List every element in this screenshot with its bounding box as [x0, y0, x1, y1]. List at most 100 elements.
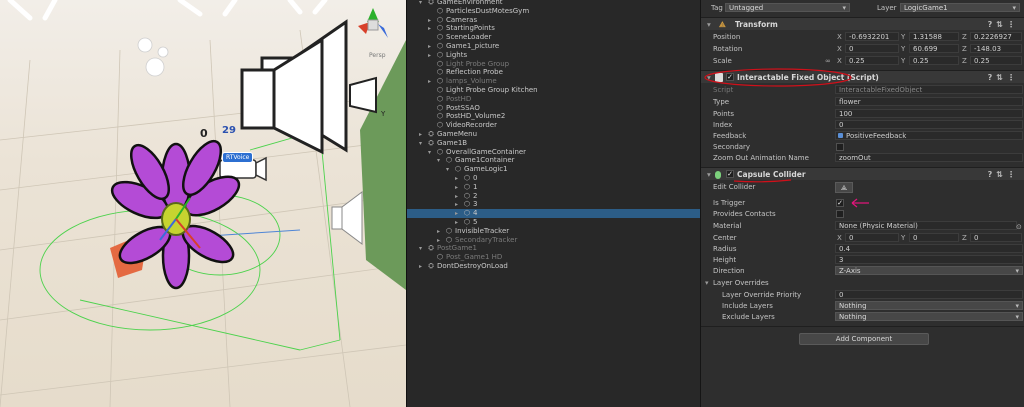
hierarchy-item[interactable]: ▸ ⬡ Game1_picture [407, 42, 700, 51]
script-component-header[interactable]: ▾ ✓ Interactable Fixed Object (Script) ?… [701, 68, 1024, 87]
provides-contacts-checkbox[interactable] [836, 210, 844, 218]
hierarchy-item[interactable]: ▸ ⬡ SecondaryTracker [407, 236, 700, 245]
hierarchy-item[interactable]: ▸ ⛭ GameMenu [407, 130, 700, 139]
hierarchy-item-label: 3 [473, 200, 478, 209]
hierarchy-item[interactable]: ⬡ PostHD [407, 95, 700, 104]
position-x-field[interactable]: -0.6932201 [845, 32, 899, 41]
exclude-layers-dropdown[interactable]: Nothing [835, 312, 1023, 321]
expand-right-icon[interactable]: ▸ [453, 174, 460, 183]
expand-right-icon[interactable]: ▸ [426, 77, 433, 86]
hierarchy-item[interactable]: ⬡ Light Probe Group Kitchen [407, 86, 700, 95]
expand-down-icon[interactable]: ▾ [426, 148, 433, 157]
tag-dropdown[interactable]: Untagged [725, 3, 850, 12]
radius-field[interactable]: 0.4 [835, 244, 1023, 253]
is-trigger-checkbox[interactable]: ✓ [836, 199, 844, 207]
expand-right-icon[interactable]: ▸ [453, 192, 460, 201]
capsule-collider-header[interactable]: ▾ ✓ Capsule Collider ?⇅⋮ [701, 167, 1024, 183]
expand-down-icon[interactable]: ▾ [417, 139, 424, 148]
center-z-field[interactable]: 0 [970, 233, 1022, 242]
scene-view[interactable]: 0 29 RTVoice Persp Y [0, 0, 406, 407]
hierarchy-item[interactable]: ⬡ PostSSAO [407, 104, 700, 113]
edit-collider-button[interactable]: ⟁ [835, 182, 853, 193]
layer-overrides-row[interactable]: ▾ Layer Overrides [701, 277, 1024, 289]
hierarchy-item[interactable]: ▸ ⬡ 5 [407, 218, 700, 227]
expand-right-icon[interactable]: ▸ [426, 51, 433, 60]
expand-down-icon[interactable]: ▾ [417, 244, 424, 253]
rotation-x-field[interactable]: 0 [845, 44, 899, 53]
scale-x-field[interactable]: 0.25 [845, 56, 899, 65]
hierarchy-item[interactable]: ▾ ⬡ Game1Container [407, 156, 700, 165]
secondary-checkbox[interactable] [836, 143, 844, 151]
points-field[interactable]: 100 [835, 109, 1023, 118]
hierarchy-item[interactable]: ▸ ⬡ 1 [407, 183, 700, 192]
add-component-button[interactable]: Add Component [799, 333, 929, 345]
expand-down-icon[interactable]: ▾ [435, 156, 442, 165]
expand-right-icon[interactable]: ▸ [435, 236, 442, 245]
height-field[interactable]: 3 [835, 255, 1023, 264]
hierarchy-item[interactable]: ⬡ Light Probe Group [407, 60, 700, 69]
inspector-panel: Tag Untagged Layer LogicGame1 ▾ ⟁ Transf… [700, 0, 1024, 407]
hierarchy-item[interactable]: ▾ ⛭ PostGame1 [407, 244, 700, 253]
expand-down-icon[interactable]: ▾ [444, 165, 451, 174]
hierarchy-item[interactable]: ⬡ SceneLoader [407, 33, 700, 42]
hierarchy-item[interactable]: ▸ ⬡ lamps_Volume [407, 77, 700, 86]
hierarchy-item[interactable]: ▾ ⛭ Game1B [407, 139, 700, 148]
transform-header[interactable]: ▾ ⟁ Transform ?⇅⋮ [701, 17, 1024, 30]
expand-right-icon[interactable]: ▸ [417, 130, 424, 139]
hierarchy-item[interactable]: ⬡ Post_Game1 HD [407, 253, 700, 262]
expand-right-icon[interactable]: ▸ [426, 42, 433, 51]
rotation-z-field[interactable]: -148.03 [970, 44, 1022, 53]
collider-enabled-checkbox[interactable]: ✓ [726, 170, 734, 178]
expand-right-icon[interactable]: ▸ [453, 209, 460, 218]
hierarchy-item[interactable]: ▾ ⬡ GameLogic1 [407, 165, 700, 174]
component-menu-icons[interactable]: ?⇅⋮ [988, 18, 1019, 31]
expand-right-icon[interactable]: ▸ [426, 16, 433, 25]
expand-right-icon[interactable]: ▸ [453, 183, 460, 192]
layer-label: Layer [877, 4, 897, 12]
collider-menu-icons[interactable]: ?⇅⋮ [988, 168, 1019, 181]
hierarchy-item[interactable]: ⬡ ParticlesDustMotesGym [407, 7, 700, 16]
position-z-field[interactable]: 0.2226927 [970, 32, 1022, 41]
constrain-proportions-icon[interactable]: ∞ [825, 55, 831, 67]
hierarchy-item[interactable]: ▸ ⬡ InvisibleTracker [407, 227, 700, 236]
hierarchy-item[interactable]: ▸ ⬡ StartingPoints [407, 24, 700, 33]
hierarchy-item[interactable]: ▸ ⬡ Cameras [407, 16, 700, 25]
center-x-field[interactable]: 0 [845, 233, 899, 242]
zoom-field[interactable]: zoomOut [835, 153, 1023, 162]
layer-dropdown[interactable]: LogicGame1 [900, 3, 1020, 12]
hierarchy-item[interactable]: ▸ ⬡ 2 [407, 192, 700, 201]
material-field[interactable]: None (Physic Material) [835, 221, 1017, 230]
expand-right-icon[interactable]: ▸ [453, 200, 460, 209]
hierarchy-item[interactable]: ▾ ⬡ OverallGameContainer [407, 148, 700, 157]
feedback-field[interactable]: PositiveFeedback [835, 131, 1023, 140]
expand-right-icon[interactable]: ▸ [435, 227, 442, 236]
expand-right-icon[interactable]: ▸ [417, 262, 424, 271]
layer-overrides-foldout-arrow[interactable]: ▾ [705, 277, 709, 289]
direction-dropdown[interactable]: Z-Axis [835, 266, 1023, 275]
expand-right-icon[interactable]: ▸ [453, 218, 460, 227]
scale-z-field[interactable]: 0.25 [970, 56, 1022, 65]
hierarchy-item[interactable]: ▸ ⛭ DontDestroyOnLoad [407, 262, 700, 271]
hierarchy-item[interactable]: ▸ ⬡ 0 [407, 174, 700, 183]
hierarchy-item-label: 0 [473, 174, 478, 182]
hierarchy-item[interactable]: ⬡ VideoRecorder [407, 121, 700, 130]
hierarchy-item[interactable]: ▸ ⬡ 4 [407, 209, 700, 219]
override-priority-field[interactable]: 0 [835, 290, 1023, 299]
type-field[interactable]: flower [835, 97, 1023, 106]
center-y-field[interactable]: 0 [909, 233, 959, 242]
include-layers-dropdown[interactable]: Nothing [835, 301, 1023, 310]
hierarchy-item[interactable]: ▸ ⬡ Lights [407, 51, 700, 60]
script-menu-icons[interactable]: ?⇅⋮ [988, 71, 1019, 84]
hierarchy-item[interactable]: ⬡ PostHD_Volume2 [407, 112, 700, 121]
collider-foldout-arrow[interactable]: ▾ [707, 168, 711, 181]
hierarchy-item[interactable]: ▸ ⬡ 3 [407, 200, 700, 209]
transform-foldout-arrow[interactable]: ▾ [707, 18, 711, 31]
expand-right-icon[interactable]: ▸ [426, 24, 433, 33]
perspective-label[interactable]: Persp [369, 52, 386, 59]
scale-y-field[interactable]: 0.25 [909, 56, 959, 65]
hierarchy-item[interactable]: ⬡ Reflection Probe [407, 68, 700, 77]
rotation-y-field[interactable]: 60.699 [909, 44, 959, 53]
index-field[interactable]: 0 [835, 120, 1023, 129]
cube-icon: ⬡ [436, 253, 444, 262]
position-y-field[interactable]: 1.31588 [909, 32, 959, 41]
